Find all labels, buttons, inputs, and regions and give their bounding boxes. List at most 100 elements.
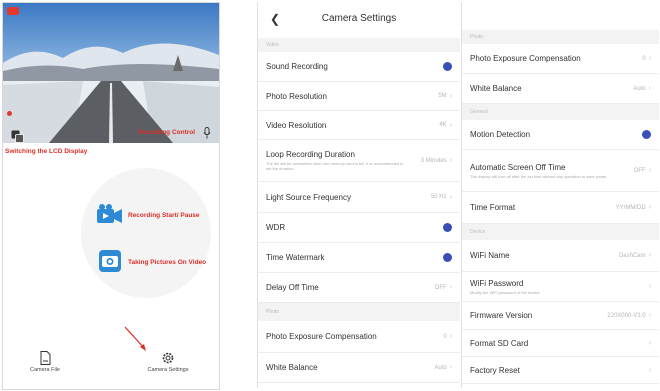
wifi-password-description: Modify the WiFi password of the device: [470, 289, 540, 295]
chevron-right-icon: ›: [648, 252, 651, 259]
chevron-right-icon: ›: [449, 121, 452, 129]
loop-recording-value: 3 Minutes: [420, 157, 447, 164]
auto-screen-off-label: Automatic Screen Off Time: [470, 162, 566, 172]
row-photo-exposure[interactable]: Photo Exposure Compensation 0 ›: [462, 44, 659, 74]
taking-pictures-label: Taking Pictures On Video: [128, 259, 207, 266]
nav-camera-settings-label: Camera Settings: [147, 367, 189, 373]
row-photo-resolution[interactable]: Photo Resolution 5M ›: [258, 82, 460, 111]
white-balance-label: White Balance: [470, 84, 522, 93]
video-camera-icon[interactable]: [96, 203, 122, 225]
photo-exposure-value: 0: [642, 55, 646, 62]
camera-home-screen: Switching the LCD Display Recording Cont…: [2, 2, 220, 390]
wifi-name-value: DashCam: [618, 252, 646, 259]
switch-display-icon[interactable]: [11, 130, 24, 143]
row-sound-recording[interactable]: Sound Recording: [258, 52, 460, 82]
road-landscape-image: [3, 3, 219, 143]
chevron-right-icon: ›: [648, 167, 651, 174]
wifi-name-label: WiFi Name: [470, 251, 510, 260]
photo-exposure-value: 0: [443, 333, 447, 340]
switch-lcd-label: Switching the LCD Display: [5, 148, 88, 155]
factory-reset-label: Factory Reset: [470, 365, 520, 375]
row-wdr[interactable]: WDR: [258, 213, 460, 243]
chevron-right-icon: ›: [648, 204, 651, 211]
row-loop-recording[interactable]: Loop Recording Duration The file will be…: [258, 140, 460, 182]
settings-header: ❮ Camera Settings: [258, 2, 460, 34]
auto-screen-off-value: OFF: [633, 167, 646, 174]
photo-resolution-value: 5M: [438, 93, 447, 99]
light-source-value: 50 Hz: [430, 194, 447, 200]
loop-recording-label: Loop Recording Duration: [266, 150, 355, 159]
row-photo-exposure[interactable]: Photo Exposure Compensation 0 ›: [258, 321, 460, 353]
photo-exposure-label: Photo Exposure Compensation: [470, 54, 581, 63]
sound-recording-label: Sound Recording: [266, 62, 328, 71]
row-white-balance[interactable]: White Balance Auto ›: [462, 74, 659, 104]
microphone-icon[interactable]: [203, 127, 211, 139]
recording-dot: [7, 111, 12, 116]
row-format-sd[interactable]: Format SD Card ›: [462, 330, 659, 357]
time-format-value: YY/MM/DD: [615, 204, 646, 211]
section-header-general: General: [462, 104, 659, 120]
section-header-photo: Photo: [462, 30, 659, 44]
photo-resolution-label: Photo Resolution: [266, 91, 327, 101]
chevron-right-icon: ›: [648, 339, 651, 347]
row-delay-off[interactable]: Delay Off Time OFF ›: [258, 273, 460, 303]
wdr-toggle[interactable]: [443, 223, 452, 232]
photo-exposure-label: Photo Exposure Compensation: [266, 332, 377, 341]
white-balance-value: Auto: [633, 85, 646, 92]
time-watermark-toggle[interactable]: [443, 253, 452, 262]
action-backdrop: [81, 168, 211, 298]
white-balance-value: Auto: [434, 364, 447, 371]
white-balance-label: White Balance: [266, 363, 318, 372]
delay-off-value: OFF: [434, 284, 447, 291]
bottom-navigation: Camera File Camera Settings: [3, 343, 219, 389]
section-header-photo: Photo: [258, 303, 460, 321]
nav-camera-file-label: Camera File: [30, 367, 60, 373]
recording-start-pause-label: Recording Start/ Pause: [128, 212, 200, 219]
format-sd-label: Format SD Card: [470, 338, 529, 348]
chevron-right-icon: ›: [449, 284, 452, 291]
row-light-source[interactable]: Light Source Frequency 50 Hz ›: [258, 182, 460, 213]
chevron-right-icon: ›: [449, 364, 452, 371]
sound-recording-toggle[interactable]: [443, 62, 452, 71]
section-header-device: Device: [462, 224, 659, 240]
row-wifi-password[interactable]: WiFi Password Modify the WiFi password o…: [462, 272, 659, 302]
chevron-right-icon: ›: [648, 283, 651, 290]
nav-camera-file[interactable]: Camera File: [25, 351, 65, 373]
row-time-watermark[interactable]: Time Watermark: [258, 243, 460, 273]
chevron-right-icon: ›: [449, 92, 452, 100]
chevron-right-icon: ›: [648, 55, 651, 62]
firmware-version-label: Firmware Version: [470, 311, 533, 320]
camera-live-preview[interactable]: [3, 3, 219, 143]
time-watermark-label: Time Watermark: [266, 253, 325, 262]
chevron-right-icon: ›: [648, 312, 651, 319]
video-resolution-value: 4K: [439, 122, 447, 128]
chevron-right-icon: ›: [449, 193, 452, 201]
row-white-balance[interactable]: White Balance Auto ›: [258, 353, 460, 383]
row-time-format[interactable]: Time Format YY/MM/DD ›: [462, 192, 659, 224]
wifi-password-label: WiFi Password: [470, 278, 524, 288]
time-format-label: Time Format: [470, 203, 516, 212]
sd-card-icon: [40, 351, 51, 365]
chevron-right-icon: ›: [449, 333, 452, 340]
nav-camera-settings[interactable]: Camera Settings: [133, 351, 203, 373]
row-factory-reset[interactable]: Factory Reset ›: [462, 357, 659, 384]
chevron-right-icon: ›: [648, 366, 651, 374]
video-resolution-label: Video Resolution: [266, 120, 327, 130]
camera-settings-screen: ❮ Camera Settings Video Sound Recording …: [257, 2, 460, 388]
firmware-version-value: 220X000-V3.0: [607, 312, 646, 319]
camera-settings-screen-continued: Photo Photo Exposure Compensation 0 › Wh…: [461, 2, 659, 388]
chevron-right-icon: ›: [449, 157, 452, 164]
gear-icon: [162, 352, 174, 364]
motion-detection-toggle[interactable]: [642, 130, 651, 139]
section-header-video: Video: [258, 38, 460, 52]
light-source-label: Light Source Frequency: [266, 192, 351, 202]
row-motion-detection[interactable]: Motion Detection: [462, 120, 659, 150]
row-wifi-name[interactable]: WiFi Name DashCam ›: [462, 240, 659, 272]
recording-control-label: Recording Control: [138, 129, 196, 136]
row-video-resolution[interactable]: Video Resolution 4K ›: [258, 111, 460, 140]
chevron-right-icon: ›: [648, 85, 651, 92]
loop-recording-description: The file will be overwritten when the me…: [266, 161, 404, 171]
page-title: Camera Settings: [321, 13, 397, 24]
row-auto-screen-off[interactable]: Automatic Screen Off Time The display wi…: [462, 150, 659, 192]
camera-icon[interactable]: [99, 250, 121, 272]
